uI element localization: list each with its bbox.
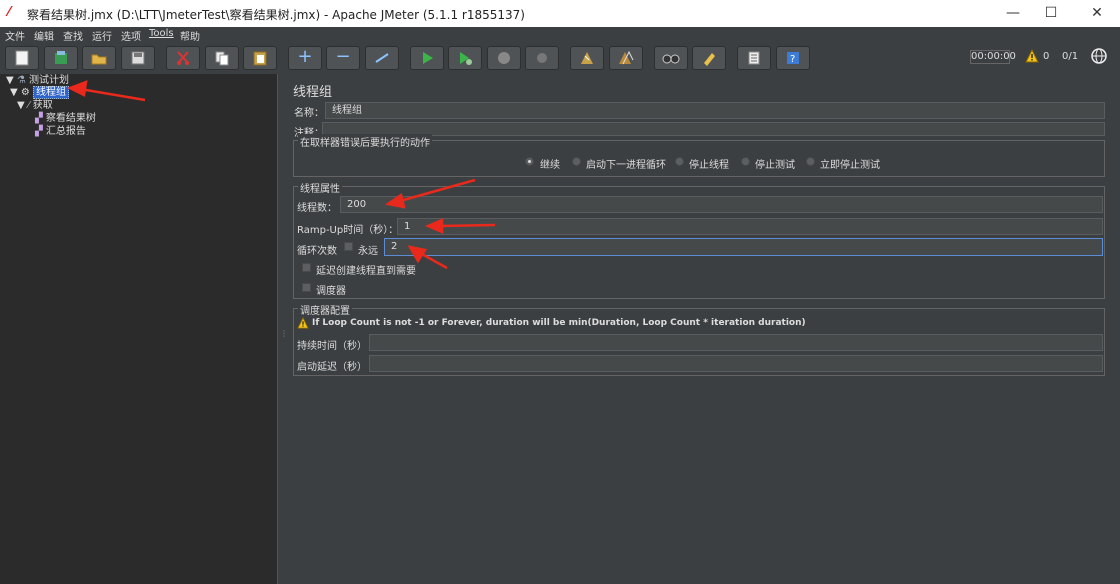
threads-field[interactable]: 200 [340, 196, 1103, 213]
save-icon[interactable] [121, 46, 155, 70]
copy-icon[interactable] [205, 46, 239, 70]
tree-label: 测试计划 [29, 75, 70, 86]
delay-thread-creation-label: 延迟创建线程直到需要 [316, 266, 416, 277]
tree-label-selected: 线程组 [33, 86, 70, 99]
toolbar: + − ? [0, 42, 1120, 74]
forever-checkbox[interactable] [344, 242, 353, 251]
rampup-field[interactable]: 1 [397, 218, 1103, 235]
menu-help[interactable]: 帮助 [180, 28, 200, 43]
help-icon[interactable]: ? [776, 46, 810, 70]
open-icon[interactable] [82, 46, 116, 70]
tree-node-results-tree[interactable]: ▞ 察看结果树 [35, 112, 96, 125]
forever-label: 永远 [358, 246, 378, 257]
test-plan-tree: ▼ ⚗ 测试计划 ▼ ⚙ 线程组 ▼ ⁄ 获取 ▞ 察看结果树 ▞ 汇总报告 [0, 74, 278, 584]
pipette-icon: ⁄ [27, 100, 30, 111]
jmeter-feather-icon: ⁄ [8, 5, 11, 20]
radio-label-start-next-loop: 启动下一进程循环 [586, 160, 666, 171]
expand-arrow-icon[interactable]: ▼ [6, 75, 14, 86]
scheduler-label: 调度器 [316, 286, 346, 297]
search-binoculars-icon[interactable] [654, 46, 688, 70]
menu-file[interactable]: 文件 [5, 28, 25, 43]
tree-label: 获取 [32, 100, 53, 111]
radio-label-stop-thread: 停止线程 [689, 160, 729, 171]
remote-globe-icon[interactable] [1090, 47, 1108, 65]
menu-bar: 文件 编辑 查找 运行 选项 Tools 帮助 [0, 27, 1120, 43]
paste-icon[interactable] [243, 46, 277, 70]
tree-node-sampler[interactable]: ▼ ⁄ 获取 [17, 99, 53, 112]
new-icon[interactable] [5, 46, 39, 70]
tree-node-thread-group[interactable]: ▼ ⚙ 线程组 [10, 86, 70, 99]
delay-thread-creation-checkbox[interactable] [302, 263, 311, 272]
menu-options[interactable]: 选项 [121, 28, 141, 43]
menu-search[interactable]: 查找 [63, 28, 83, 43]
flask-icon: ⚗ [16, 75, 26, 86]
tree-label: 察看结果树 [45, 113, 96, 124]
threads-label: 线程数： [297, 203, 337, 214]
duration-field[interactable] [369, 334, 1103, 351]
clear-all-icon[interactable] [609, 46, 643, 70]
startup-delay-field[interactable] [369, 355, 1103, 372]
radio-stop-thread[interactable] [675, 157, 684, 166]
scheduler-checkbox[interactable] [302, 283, 311, 292]
panel-title: 线程组 [293, 85, 333, 100]
split-pane-divider[interactable]: ⋮ [278, 74, 288, 584]
maximize-button[interactable]: ☐ [1028, 0, 1074, 27]
window-title-bar: ⁄ 察看结果树.jmx (D:\LTT\JmeterTest\察看结果树.jmx… [0, 0, 1120, 27]
elapsed-timer: 00:00:00 [970, 50, 1016, 64]
name-field[interactable]: 线程组 [325, 102, 1105, 119]
svg-text:?: ? [790, 54, 795, 65]
radio-continue[interactable] [525, 157, 534, 166]
startup-delay-label: 启动延迟（秒） [297, 362, 367, 373]
radio-stop-test-now[interactable] [806, 157, 815, 166]
group-title: 线程属性 [298, 180, 342, 195]
warning-icon [297, 317, 309, 329]
cut-icon[interactable] [166, 46, 200, 70]
expand-all-icon[interactable]: + [288, 46, 322, 70]
warning-icon[interactable] [1025, 49, 1039, 63]
stop-icon[interactable] [487, 46, 521, 70]
collapse-all-icon[interactable]: − [326, 46, 360, 70]
active-threads-count: 0/1 [1062, 51, 1079, 62]
expand-arrow-icon[interactable]: ▼ [17, 100, 25, 111]
window-title: 察看结果树.jmx (D:\LTT\JmeterTest\察看结果树.jmx) … [27, 8, 525, 22]
shutdown-icon[interactable] [525, 46, 559, 70]
chart-icon: ▞ [35, 113, 43, 124]
function-helper-icon[interactable] [737, 46, 771, 70]
chart-icon: ▞ [35, 126, 43, 137]
group-title: 调度器配置 [298, 302, 352, 317]
name-label: 名称： [294, 108, 324, 119]
warning-count: 0 [1043, 51, 1050, 62]
radio-start-next-loop[interactable] [572, 157, 581, 166]
radio-label-continue: 继续 [540, 160, 560, 171]
reset-search-icon[interactable] [692, 46, 726, 70]
rampup-label: Ramp-Up时间（秒）： [297, 225, 399, 236]
tree-label: 汇总报告 [45, 126, 86, 137]
radio-stop-test[interactable] [741, 157, 750, 166]
clear-icon[interactable] [570, 46, 604, 70]
start-no-pause-icon[interactable] [448, 46, 482, 70]
menu-run[interactable]: 运行 [92, 28, 112, 43]
gear-icon: ⚙ [20, 87, 30, 98]
radio-label-stop-test: 停止测试 [755, 160, 795, 171]
menu-edit[interactable]: 编辑 [34, 28, 54, 43]
templates-icon[interactable] [44, 46, 78, 70]
loop-count-label: 循环次数 [297, 246, 337, 257]
menu-tools[interactable]: Tools [149, 28, 174, 39]
loop-count-field[interactable]: 2 [384, 238, 1103, 256]
expand-arrow-icon[interactable]: ▼ [10, 87, 18, 98]
tree-node-summary-report[interactable]: ▞ 汇总报告 [35, 125, 86, 138]
duration-label: 持续时间（秒） [297, 341, 367, 352]
radio-label-stop-test-now: 立即停止测试 [820, 160, 880, 171]
thread-group-panel: 线程组 名称： 线程组 注释： 在取样器错误后要执行的动作 继续 启动下一进程循… [286, 74, 1120, 584]
comment-field[interactable] [322, 122, 1105, 136]
close-button[interactable]: ✕ [1074, 0, 1120, 27]
start-icon[interactable] [410, 46, 444, 70]
scheduler-warning-text: If Loop Count is not -1 or Forever, dura… [312, 318, 806, 328]
group-title: 在取样器错误后要执行的动作 [298, 134, 432, 149]
toggle-icon[interactable] [365, 46, 399, 70]
